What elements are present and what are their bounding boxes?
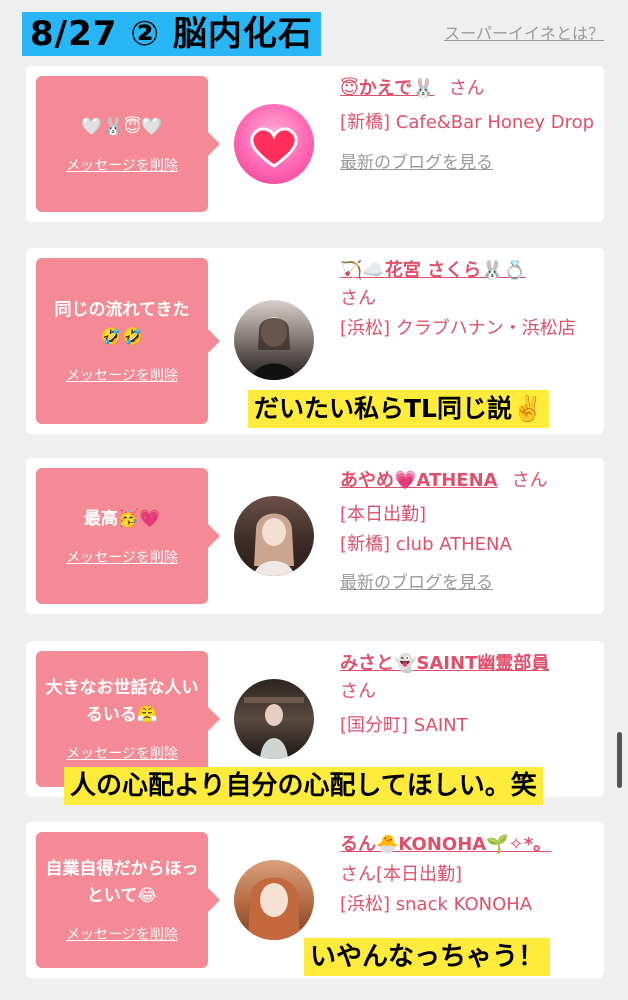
- honorific: さん: [340, 288, 376, 309]
- honorific: さん: [340, 864, 376, 885]
- list-item: 🤍🐰😇🤍 メッセージを削除 😇かえで🐰 さん [新橋] Cafe&Bar Hone…: [26, 66, 604, 222]
- message-bubble: 同じの流れてきた🤣🤣 メッセージを削除: [36, 258, 220, 424]
- cast-info: 😇かえで🐰 さん [新橋] Cafe&Bar Honey Drop 最新のブログを…: [340, 76, 596, 173]
- cast-name-link[interactable]: みさと👻SAINT幽霊部員: [340, 653, 549, 674]
- cast-info: あやめ💗ATHENA さん [本日出勤] [新橋] club ATHENA 最新の…: [340, 468, 596, 593]
- avatar[interactable]: [234, 104, 314, 184]
- delete-message-link[interactable]: メッセージを削除: [66, 743, 178, 763]
- shop-info: [浜松] snack KONOHA: [340, 894, 533, 915]
- delete-message-link[interactable]: メッセージを削除: [66, 547, 178, 567]
- super-iine-help-link[interactable]: スーパーイイネとは？: [444, 20, 604, 44]
- portrait-icon: [248, 877, 300, 940]
- caption-overlay: 人の心配より自分の心配してほしい。笑: [64, 767, 543, 805]
- shift-status: [本日出勤]: [376, 864, 463, 885]
- latest-blog-link[interactable]: 最新のブログを見る: [340, 148, 493, 173]
- cast-name-link[interactable]: あやめ💗ATHENA: [340, 470, 498, 491]
- cast-name-link[interactable]: 🏹☁️花宮 さくら🐰💍: [340, 260, 526, 281]
- delete-message-link[interactable]: メッセージを削除: [66, 155, 178, 175]
- shop-info: [国分町] SAINT: [340, 715, 468, 736]
- avatar[interactable]: [234, 679, 314, 759]
- message-bubble: 自業自得だからほっといて😂 メッセージを削除: [36, 832, 220, 968]
- portrait-icon: [254, 513, 294, 576]
- shop-info: [浜松] クラブハナン・浜松店: [340, 318, 576, 339]
- cast-info: みさと👻SAINT幽霊部員 さん [国分町] SAINT: [340, 651, 596, 741]
- list-item: 大きなお世話な人いるいる😤 メッセージを削除 みさと👻SAINT幽霊部員 さん …: [26, 641, 604, 805]
- list-item: 同じの流れてきた🤣🤣 メッセージを削除 🏹☁️花宮 さくら🐰💍 さん [浜松] …: [26, 248, 604, 434]
- cast-info: 🏹☁️花宮 さくら🐰💍 さん [浜松] クラブハナン・浜松店: [340, 258, 596, 344]
- delete-message-link[interactable]: メッセージを削除: [66, 365, 178, 385]
- message-text: 同じの流れてきた🤣🤣: [54, 300, 190, 347]
- portrait-icon: [252, 317, 296, 380]
- heart-icon: [250, 127, 298, 168]
- message-text: 最高🥳💗: [83, 508, 161, 529]
- message-text: 自業自得だからほっといて😂: [45, 859, 199, 906]
- honorific: さん: [448, 78, 485, 99]
- message-text: 大きなお世話な人いるいる😤: [45, 678, 199, 725]
- cast-info: るん🐣KONOHA🌱✧*。 さん[本日出勤] [浜松] snack KONOHA: [340, 832, 596, 920]
- cast-name-link[interactable]: るん🐣KONOHA🌱✧*。: [340, 834, 551, 855]
- delete-message-link[interactable]: メッセージを削除: [66, 924, 178, 944]
- latest-blog-link[interactable]: 最新のブログを見る: [340, 568, 493, 593]
- avatar[interactable]: [234, 496, 314, 576]
- message-bubble: 🤍🐰😇🤍 メッセージを削除: [36, 76, 220, 212]
- shop-info: [新橋] club ATHENA: [340, 534, 512, 555]
- message-text: 🤍🐰😇🤍: [81, 116, 163, 137]
- avatar[interactable]: [234, 860, 314, 940]
- message-bubble: 最高🥳💗 メッセージを削除: [36, 468, 220, 604]
- honorific: さん: [511, 470, 548, 491]
- list-item: 自業自得だからほっといて😂 メッセージを削除 るん🐣KONOHA🌱✧*。 さん[…: [26, 822, 604, 978]
- scrollbar[interactable]: [617, 732, 622, 788]
- avatar[interactable]: [234, 300, 314, 380]
- shop-info: [新橋] Cafe&Bar Honey Drop: [340, 112, 595, 133]
- page-title: 8/27 ② 脳内化石: [22, 12, 321, 56]
- list-item: 最高🥳💗 メッセージを削除 あやめ💗ATHENA さん [本日出勤] [新橋] c…: [26, 458, 604, 614]
- cast-name-link[interactable]: 😇かえで🐰: [340, 78, 435, 99]
- shift-status: [本日出勤]: [340, 504, 427, 525]
- portrait-icon: [244, 697, 304, 759]
- caption-overlay: いやんなっちゃう！: [304, 938, 551, 976]
- honorific: さん: [340, 681, 376, 702]
- caption-overlay: だいたい私らTL同じ説✌️: [248, 390, 550, 428]
